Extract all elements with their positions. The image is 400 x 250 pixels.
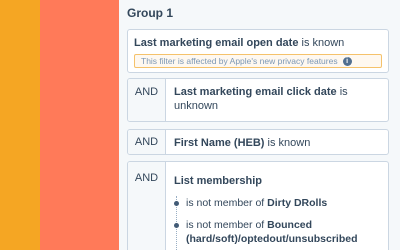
condition-text: Last marketing email open date is known — [134, 36, 382, 50]
condition-property: Last marketing email open date — [134, 37, 299, 49]
filter-condition-card[interactable]: AND List membership is not member of Dir… — [127, 161, 389, 250]
list-membership-body: List membership is not member of Dirty D… — [166, 162, 388, 250]
filter-condition-card[interactable]: AND Last marketing email click date is u… — [127, 78, 389, 122]
condition-operator: is known — [301, 37, 345, 49]
privacy-notice-text: This filter is affected by Apple's new p… — [141, 56, 338, 66]
coral-panel-strip — [40, 0, 119, 250]
condition-property: First Name (HEB) — [174, 137, 265, 149]
filter-condition-card[interactable]: AND First Name (HEB) is known — [127, 129, 389, 155]
group-title: Group 1 — [127, 6, 174, 20]
condition-text: Last marketing email click date is unkno… — [166, 79, 388, 121]
list-membership-items: is not member of Dirty DRolls is not mem… — [174, 196, 380, 250]
list-operator: is not member of — [186, 197, 265, 209]
condition-property: List membership — [174, 175, 263, 187]
info-icon[interactable]: i — [342, 56, 352, 66]
list-item: is not member of Dirty DRolls — [174, 196, 380, 210]
and-connector: AND — [128, 162, 166, 250]
condition-operator: is known — [267, 137, 311, 149]
list-operator: is not member of — [186, 219, 265, 231]
filter-group-panel: Group 1 Last marketing email open date i… — [119, 0, 400, 250]
and-connector: AND — [128, 130, 166, 154]
filter-condition-card[interactable]: Last marketing email open date is known … — [127, 29, 389, 73]
left-color-strip — [0, 0, 40, 250]
list-item: is not member of Bounced (hard/soft)/opt… — [174, 218, 380, 246]
privacy-notice: This filter is affected by Apple's new p… — [134, 54, 382, 68]
condition-property: Last marketing email click date — [174, 86, 337, 98]
bullet-dot-icon — [174, 223, 179, 228]
and-connector: AND — [128, 79, 166, 121]
bullet-dot-icon — [174, 201, 179, 206]
condition-text: First Name (HEB) is known — [166, 130, 388, 154]
list-name: Dirty DRolls — [267, 197, 328, 209]
